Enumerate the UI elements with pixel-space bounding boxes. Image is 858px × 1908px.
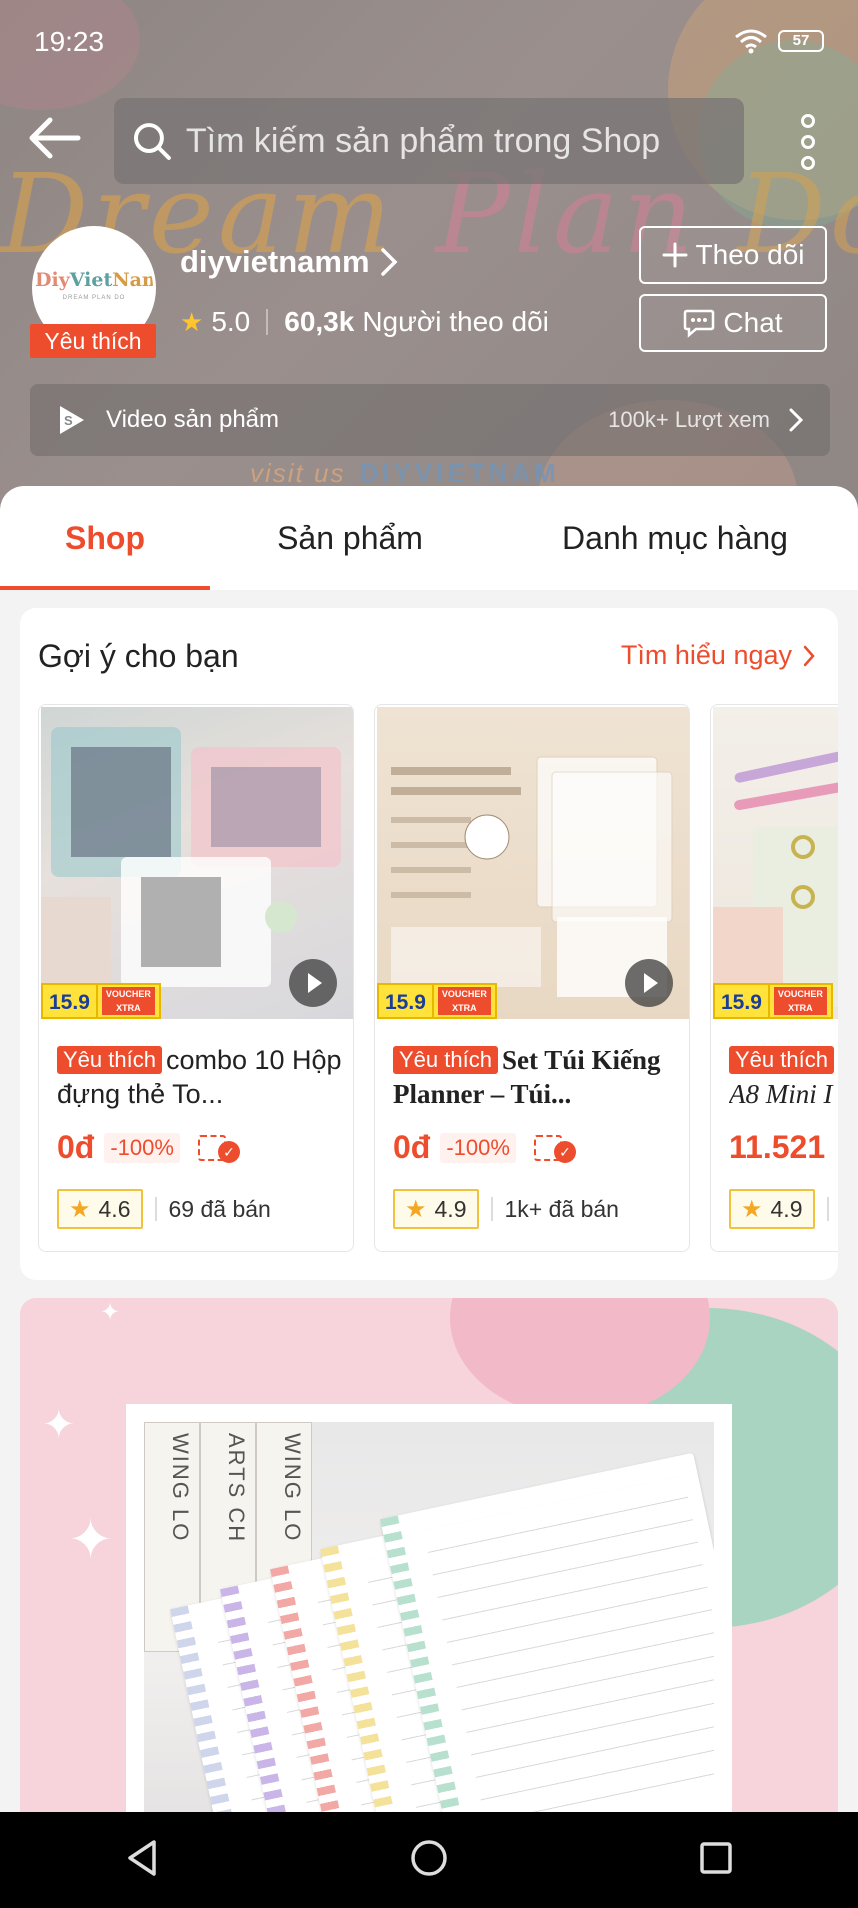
product-meta: ★ 4.9 — [729, 1189, 838, 1229]
product-price: 0đ — [393, 1129, 431, 1165]
promo-tag: 15.9 VOUCHER XTRA — [713, 983, 833, 1019]
rating-box: ★ 4.6 — [57, 1189, 143, 1229]
back-button[interactable] — [26, 114, 86, 164]
nav-recents-button[interactable] — [698, 1840, 734, 1881]
shop-name: diyvietnamm — [180, 244, 370, 279]
nav-home-button[interactable] — [409, 1838, 449, 1883]
shop-rating: 5.0 — [211, 306, 251, 337]
sold-count: 69 đã bán — [168, 1195, 271, 1222]
video-views: 100k+ Lượt xem — [608, 407, 770, 432]
star-icon: ★ — [180, 306, 204, 337]
star-icon: ★ — [741, 1195, 763, 1223]
product-image: 15.9 VOUCHER XTRA — [41, 707, 353, 1019]
product-card[interactable]: 15.9 VOUCHER XTRA Yêu thích A8 Mini I 11.5… — [710, 704, 838, 1252]
banner-photo: WING LO ARTS CH WING LO — [144, 1422, 714, 1818]
product-price: 0đ — [57, 1129, 95, 1165]
product-meta: ★ 4.6 69 đã bán — [57, 1189, 271, 1229]
section-title: Gợi ý cho bạn — [38, 638, 239, 674]
sparkle-icon: ✦ — [42, 1403, 76, 1447]
follow-button[interactable]: Theo dõi — [639, 226, 827, 284]
product-title: Yêu thích combo 10 Hộp đựng thẻ To... — [57, 1045, 342, 1109]
recommendations-section: Gợi ý cho bạn Tìm hiểu ngay 15.9 VOUCHER… — [20, 608, 838, 1280]
shop-info: DiyVietNam DREAM PLAN DO Yêu thích diyvi… — [30, 226, 830, 358]
promo-tag: 15.9 VOUCHER XTRA — [377, 983, 497, 1019]
dot-icon — [801, 156, 815, 170]
more-options-button[interactable] — [788, 114, 828, 170]
voucher-check-icon: ✓ — [197, 1133, 244, 1163]
followers-count: 60,3k — [284, 306, 355, 337]
product-card[interactable]: 15.9 VOUCHER XTRA Yêu thích combo 10 Hộp đ… — [38, 704, 354, 1252]
shopee-video-icon: S — [60, 406, 84, 434]
chat-icon — [684, 309, 715, 338]
star-icon: ★ — [405, 1195, 427, 1223]
wifi-icon — [735, 29, 767, 54]
product-title: Yêu thích Set Túi Kiếng Planner – Túi... — [393, 1045, 661, 1109]
search-icon — [133, 123, 171, 160]
promo-tag: 15.9 VOUCHER XTRA — [41, 983, 161, 1019]
learn-more-link[interactable]: Tìm hiểu ngay — [621, 640, 816, 671]
product-video-bar[interactable]: S Video sản phẩm 100k+ Lượt xem — [30, 384, 830, 456]
top-nav — [0, 96, 858, 186]
shop-header-banner: DreamPlanDo visit usDIYVIETNAM 19:23 57 — [0, 0, 858, 510]
tab-products[interactable]: Sản phẩm — [210, 486, 490, 590]
search-bar[interactable] — [114, 98, 744, 184]
rating-box: ★ 4.9 — [393, 1189, 479, 1229]
chevron-right-icon — [380, 248, 397, 276]
followers-label: Người theo dõi — [362, 306, 549, 337]
product-price-row: 0đ -100% ✓ — [57, 1129, 244, 1166]
dot-icon — [801, 114, 815, 128]
product-card[interactable]: 15.9 VOUCHER XTRA Yêu thích Set Túi Kiếng … — [374, 704, 690, 1252]
product-price: 11.521 — [729, 1129, 826, 1165]
tab-categories[interactable]: Danh mục hàng — [520, 486, 830, 590]
status-icons: 57 — [734, 28, 824, 54]
banner-photo-frame: WING LO ARTS CH WING LO — [126, 1404, 732, 1818]
shop-logo-tagline: DREAM PLAN DO — [62, 295, 126, 301]
arrow-left-icon — [29, 117, 81, 159]
play-icon[interactable] — [625, 959, 673, 1007]
play-icon[interactable] — [289, 959, 337, 1007]
battery-icon: 57 — [778, 30, 824, 52]
status-time: 19:23 — [34, 26, 105, 57]
square-recents-icon — [699, 1841, 732, 1874]
chevron-right-icon — [803, 645, 815, 666]
discount-badge: -100% — [440, 1132, 516, 1163]
system-navigation-bar — [0, 1812, 858, 1908]
promo-banner[interactable]: ✦ ✦ ✦ WING LO ARTS CH WING LO — [20, 1298, 838, 1818]
banner-visit-text: visit us DIYVIETNAM — [250, 458, 560, 488]
triangle-back-icon — [128, 1839, 157, 1876]
svg-text:S: S — [64, 413, 73, 428]
chat-button[interactable]: Chat — [639, 294, 827, 352]
nav-back-button[interactable] — [124, 1838, 160, 1883]
discount-badge: -100% — [104, 1132, 180, 1163]
dot-icon — [801, 135, 815, 149]
star-icon: ★ — [69, 1195, 91, 1223]
tab-shop[interactable]: Shop — [0, 486, 210, 590]
sparkle-icon: ✦ — [68, 1510, 114, 1570]
shop-logo: DiyVietNam — [35, 269, 153, 291]
chevron-right-icon — [789, 408, 804, 432]
video-bar-label: Video sản phẩm — [106, 406, 280, 433]
status-bar: 19:23 57 — [0, 0, 858, 80]
voucher-check-icon: ✓ — [533, 1133, 580, 1163]
product-image: 15.9 VOUCHER XTRA — [713, 707, 838, 1019]
product-image: 15.9 VOUCHER XTRA — [377, 707, 689, 1019]
divider — [266, 309, 269, 335]
circle-home-icon — [411, 1839, 447, 1876]
shop-tabs: Shop Sản phẩm Danh mục hàng — [0, 486, 858, 590]
search-input[interactable] — [185, 121, 744, 161]
product-carousel: 15.9 VOUCHER XTRA Yêu thích combo 10 Hộp đ… — [38, 704, 838, 1264]
product-meta: ★ 4.9 1k+ đã bán — [393, 1189, 619, 1229]
plus-icon — [662, 242, 688, 268]
sparkle-icon: ✦ — [100, 1299, 121, 1326]
favorite-badge: Yêu thích — [30, 324, 156, 358]
active-tab-indicator — [0, 586, 210, 590]
product-title: Yêu thích A8 Mini I — [729, 1046, 834, 1109]
rating-box: ★ 4.9 — [729, 1189, 815, 1229]
product-price-row: 0đ -100% ✓ — [393, 1129, 580, 1166]
shop-name-link[interactable]: diyvietnamm — [180, 244, 398, 280]
sold-count: 1k+ đã bán — [504, 1195, 619, 1222]
product-price-row: 11.521 — [729, 1129, 825, 1166]
product-photo-illustration — [713, 741, 838, 1007]
shop-stats: ★ 5.0 60,3k Người theo dõi — [180, 306, 549, 338]
